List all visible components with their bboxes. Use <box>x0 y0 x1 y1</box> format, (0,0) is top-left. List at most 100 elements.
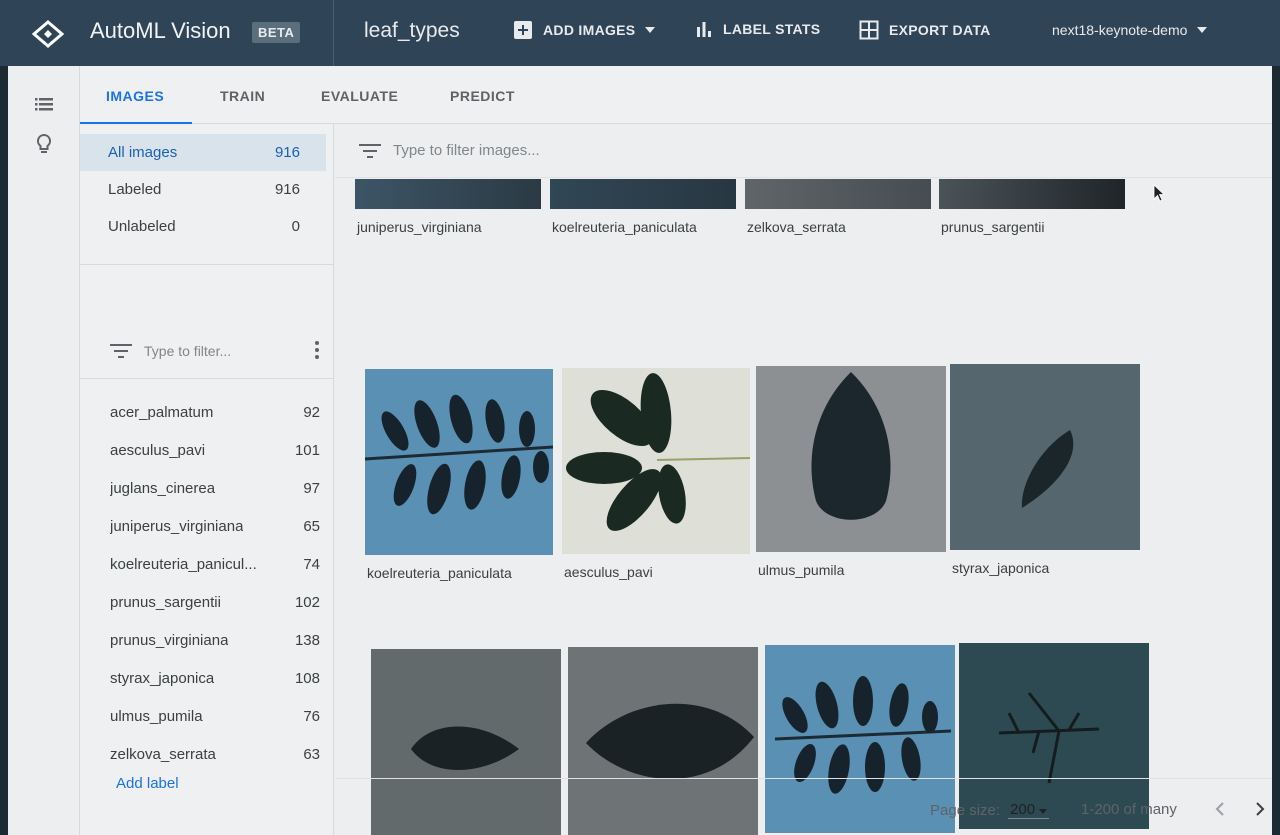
category-all-images[interactable]: All images 916 <box>80 134 326 171</box>
label-item[interactable]: prunus_virginiana 138 <box>110 625 320 655</box>
image-tile[interactable]: ulmus_pumila <box>756 366 946 586</box>
image-caption: koelreuteria_paniculata <box>552 219 697 235</box>
add-images-button[interactable]: ADD IMAGES <box>513 20 656 40</box>
label-stats-button[interactable]: LABEL STATS <box>695 20 820 38</box>
image-caption: juniperus_virginiana <box>357 219 482 235</box>
app-content: IMAGES TRAIN EVALUATE PREDICT All images… <box>8 66 1272 835</box>
list-icon[interactable] <box>32 92 56 116</box>
page-size-control: Page size: 200 <box>930 801 1050 819</box>
mouse-pointer-icon <box>1153 184 1165 202</box>
beta-badge: BETA <box>252 22 301 43</box>
label-count: 74 <box>303 555 320 573</box>
image-tile[interactable]: koelreuteria_paniculata <box>365 369 553 589</box>
label-item[interactable]: koelreuteria_panicul... 74 <box>110 549 320 579</box>
label-name: zelkova_serrata <box>110 745 216 763</box>
image-caption: styrax_japonica <box>952 560 1050 576</box>
lightbulb-icon[interactable] <box>32 132 56 156</box>
label-name: koelreuteria_panicul... <box>110 555 257 573</box>
label-name: prunus_virginiana <box>110 631 229 649</box>
label-item[interactable]: juniperus_virginiana 65 <box>110 511 320 541</box>
tab-predict[interactable]: PREDICT <box>450 88 515 104</box>
chevron-right-icon[interactable] <box>1248 797 1272 821</box>
category-count: 0 <box>291 218 300 235</box>
category-label: Labeled <box>108 181 162 198</box>
label-count: 102 <box>294 593 320 611</box>
filter-panel: All images 916 Labeled 916 Unlabeled 0 T… <box>80 124 334 835</box>
image-caption: aesculus_pavi <box>564 564 653 580</box>
category-count: 916 <box>274 144 300 161</box>
label-count: 138 <box>294 631 320 649</box>
chevron-down-icon <box>645 27 656 33</box>
category-labeled[interactable]: Labeled 916 <box>80 171 326 208</box>
leaf-thumbnail <box>365 369 553 555</box>
image-tile[interactable]: prunus_sargentii <box>939 179 1125 239</box>
label-name: ulmus_pumila <box>110 707 203 725</box>
image-tile[interactable]: koelreuteria_paniculata <box>550 179 736 239</box>
project-name: next18-keynote-demo <box>1052 22 1188 38</box>
image-tile[interactable]: zelkova_serrata <box>745 179 931 239</box>
label-filter-field[interactable]: Type to filter... <box>110 336 320 366</box>
label-name: styrax_japonica <box>110 669 215 687</box>
label-name: acer_palmatum <box>110 403 214 421</box>
chevron-left-icon[interactable] <box>1208 797 1232 821</box>
export-data-button[interactable]: EXPORT DATA <box>859 20 991 40</box>
category-unlabeled[interactable]: Unlabeled 0 <box>80 208 326 245</box>
tab-evaluate[interactable]: EVALUATE <box>321 88 398 104</box>
leaf-thumbnail <box>550 179 736 209</box>
chevron-down-icon <box>1039 809 1048 814</box>
chevron-down-icon <box>1197 27 1208 33</box>
tab-train[interactable]: TRAIN <box>220 88 265 104</box>
image-tile[interactable]: aesculus_pavi <box>562 368 750 588</box>
page-size-label: Page size: <box>930 801 1001 819</box>
category-label: All images <box>108 144 178 161</box>
image-tile[interactable]: styrax_japonica <box>950 364 1140 584</box>
label-item[interactable]: juglans_cinerea 97 <box>110 473 320 503</box>
label-item[interactable]: zelkova_serrata 63 <box>110 739 320 769</box>
page-size-value: 200 <box>1010 801 1036 818</box>
image-grid-area: juniperus_virginiana koelreuteria_panicu… <box>335 124 1272 835</box>
export-data-label: EXPORT DATA <box>889 22 991 38</box>
image-caption: ulmus_pumila <box>758 562 845 578</box>
label-item[interactable]: aesculus_pavi 101 <box>110 435 320 465</box>
label-count: 92 <box>303 403 320 421</box>
tab-bar: IMAGES TRAIN EVALUATE PREDICT <box>80 66 1272 125</box>
label-count: 65 <box>303 517 320 535</box>
image-tile[interactable]: juniperus_virginiana <box>355 179 541 239</box>
add-label-link[interactable]: Add label <box>116 775 179 792</box>
add-box-icon <box>514 21 532 39</box>
label-count: 101 <box>294 441 320 459</box>
tab-images[interactable]: IMAGES <box>106 88 164 104</box>
label-name: aesculus_pavi <box>110 441 206 459</box>
label-name: prunus_sargentii <box>110 593 221 611</box>
label-filter-placeholder: Type to filter... <box>144 343 232 359</box>
dataset-name: leaf_types <box>364 19 460 42</box>
app-title: AutoML Vision <box>90 18 231 43</box>
label-item[interactable]: styrax_japonica 108 <box>110 663 320 693</box>
panel-divider <box>80 378 334 379</box>
side-rail <box>8 66 80 835</box>
leaf-thumbnail <box>939 179 1125 209</box>
automl-logo-icon[interactable] <box>32 20 64 48</box>
leaf-thumbnail <box>355 179 541 209</box>
project-selector[interactable]: next18-keynote-demo <box>1052 22 1208 38</box>
more-vert-icon[interactable] <box>314 340 320 360</box>
image-filter-bar <box>335 124 1272 178</box>
label-count: 97 <box>303 479 320 497</box>
image-caption: zelkova_serrata <box>747 219 846 235</box>
page-size-select[interactable]: 200 <box>1008 801 1050 819</box>
label-count: 108 <box>294 669 320 687</box>
leaf-thumbnail <box>745 179 931 209</box>
top-app-bar: AutoML Vision BETA leaf_types ADD IMAGES… <box>0 0 1280 66</box>
panel-divider <box>80 264 334 265</box>
image-caption: koelreuteria_paniculata <box>367 565 512 581</box>
filter-list-icon <box>359 143 381 158</box>
pagination-bar: Page size: 200 1-200 of many <box>335 778 1272 835</box>
image-filter-input[interactable] <box>393 142 893 159</box>
grid-table-icon <box>859 20 879 40</box>
label-item[interactable]: acer_palmatum 92 <box>110 397 320 427</box>
label-name: juglans_cinerea <box>110 479 216 497</box>
label-item[interactable]: ulmus_pumila 76 <box>110 701 320 731</box>
header-divider <box>333 0 334 66</box>
add-images-label: ADD IMAGES <box>543 22 636 38</box>
label-item[interactable]: prunus_sargentii 102 <box>110 587 320 617</box>
